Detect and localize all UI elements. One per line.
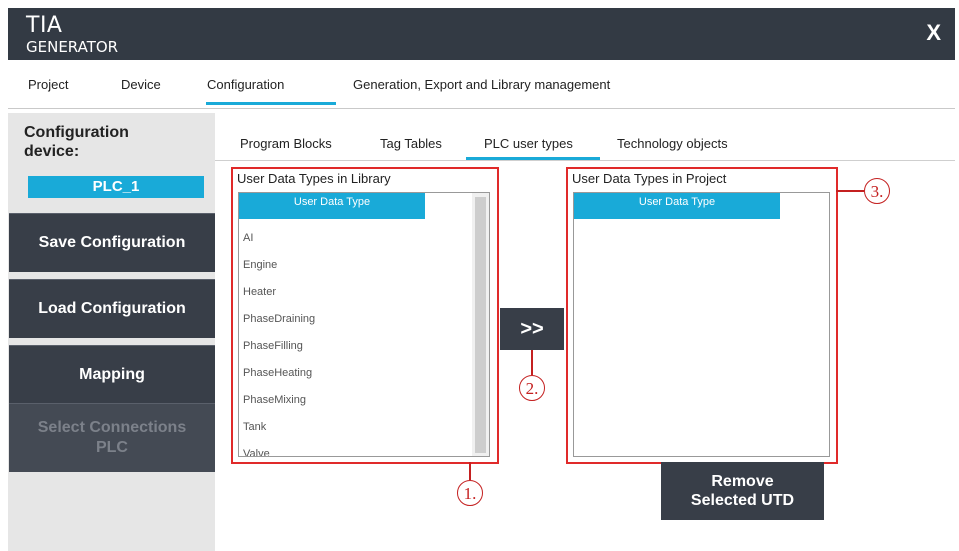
tab-generation-export[interactable]: Generation, Export and Library managemen… xyxy=(353,77,610,92)
remove-selected-utd-button[interactable]: Remove Selected UTD xyxy=(661,462,824,520)
callout-connector xyxy=(531,350,533,375)
close-icon[interactable]: X xyxy=(926,20,941,46)
scrollbar-thumb[interactable] xyxy=(475,197,486,453)
library-types-panel: User Data Types in Library User Data Typ… xyxy=(231,167,499,464)
list-item[interactable]: Valve xyxy=(243,448,270,456)
configuration-device-label: Configuration device: xyxy=(24,124,129,160)
mapping-button[interactable]: Mapping xyxy=(9,345,215,404)
tab-configuration[interactable]: Configuration xyxy=(207,77,284,92)
device-name-badge: PLC_1 xyxy=(28,176,204,198)
callout-marker: 1. xyxy=(457,480,483,506)
active-tab-indicator xyxy=(206,102,336,105)
callout-marker: 3. xyxy=(864,178,890,204)
list-item[interactable]: Heater xyxy=(243,286,276,298)
project-panel-title: User Data Types in Project xyxy=(572,171,727,186)
subtab-plc-user-types[interactable]: PLC user types xyxy=(484,136,573,151)
tab-project[interactable]: Project xyxy=(28,77,68,92)
list-scrollbar[interactable] xyxy=(472,193,489,456)
subtab-program-blocks[interactable]: Program Blocks xyxy=(240,136,332,151)
sidebar: Configuration device: PLC_1 Save Configu… xyxy=(8,113,215,551)
list-item[interactable]: PhaseHeating xyxy=(243,367,312,379)
list-item[interactable]: Engine xyxy=(243,259,277,271)
project-column-header[interactable]: User Data Type xyxy=(574,193,780,219)
library-panel-title: User Data Types in Library xyxy=(237,171,391,186)
title-bar: TIA GENERATOR X xyxy=(8,8,955,60)
tab-device[interactable]: Device xyxy=(121,77,161,92)
select-connections-plc-button: Select Connections PLC xyxy=(9,403,215,472)
list-item[interactable]: Tank xyxy=(243,421,266,433)
library-column-header[interactable]: User Data Type xyxy=(239,193,425,219)
save-configuration-button[interactable]: Save Configuration xyxy=(9,213,215,272)
list-item[interactable]: PhaseDraining xyxy=(243,313,315,325)
load-configuration-button[interactable]: Load Configuration xyxy=(9,279,215,338)
project-types-list[interactable]: User Data Type xyxy=(573,192,830,457)
callout-marker: 2. xyxy=(519,375,545,401)
main-tabs: Project Device Configuration Generation,… xyxy=(8,60,955,108)
list-item[interactable]: PhaseFilling xyxy=(243,340,303,352)
add-to-project-button[interactable]: >> xyxy=(500,308,564,350)
app-logo-subtitle: GENERATOR xyxy=(26,38,119,56)
callout-connector xyxy=(469,462,471,480)
list-item[interactable]: PhaseMixing xyxy=(243,394,306,406)
callout-connector xyxy=(836,190,864,192)
library-types-list[interactable]: User Data Type AI Engine Heater PhaseDra… xyxy=(238,192,490,457)
divider xyxy=(8,108,955,109)
subtab-tag-tables[interactable]: Tag Tables xyxy=(380,136,442,151)
divider xyxy=(215,160,955,161)
project-types-panel: User Data Types in Project User Data Typ… xyxy=(566,167,838,464)
app-logo-title: TIA xyxy=(26,13,63,38)
list-item[interactable]: AI xyxy=(243,232,253,244)
subtab-technology-objects[interactable]: Technology objects xyxy=(617,136,728,151)
